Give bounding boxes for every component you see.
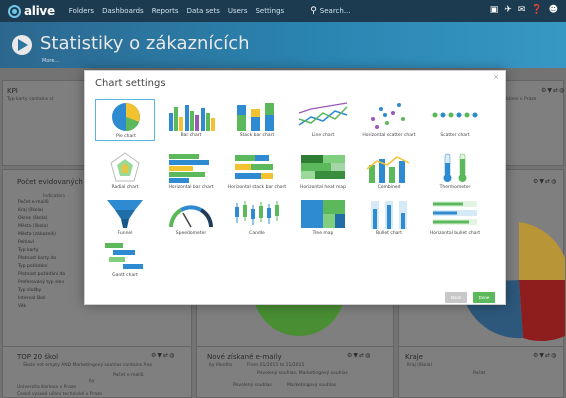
chart-option-label: Thermometer	[439, 185, 471, 190]
user-avatar-icon[interactable]: ☻	[549, 5, 558, 15]
nav-settings[interactable]: Settings	[255, 7, 284, 15]
main-nav: Folders Dashboards Reports Data sets Use…	[69, 7, 284, 15]
chart-option-horizontal-bar[interactable]: Horizontal bar chart	[161, 151, 221, 193]
top-navigation-bar: alive Folders Dashboards Reports Data se…	[0, 0, 566, 22]
logo-mark-icon	[8, 4, 21, 18]
funnel-chart-icon	[107, 200, 143, 228]
chart-option-combined[interactable]: Combined	[359, 151, 419, 193]
stack-bar-chart-icon	[237, 103, 274, 131]
horizontal-stack-bar-chart-icon	[235, 155, 273, 179]
chart-option-label: Pie chart	[116, 134, 136, 139]
bullet-chart-icon	[371, 201, 407, 229]
done-button[interactable]: Done	[473, 292, 495, 303]
horizontal-heat-map-icon	[301, 155, 345, 179]
chart-option-label: Stack bar chart	[239, 133, 275, 138]
chart-option-horizontal-stack-bar[interactable]: Horizontal stack bar chart	[227, 151, 287, 193]
horizontal-bar-chart-icon	[169, 154, 209, 183]
chart-option-label: Horizontal bar chart	[168, 185, 214, 190]
share-icon[interactable]: ✈	[504, 5, 512, 15]
chart-option-scatter[interactable]: Scatter chart	[425, 99, 485, 141]
chart-option-label: Horizontal scatter chart	[362, 133, 416, 138]
candle-chart-icon	[235, 201, 279, 225]
logo-text: alive	[24, 4, 55, 18]
chart-option-bar[interactable]: Bar chart	[161, 99, 221, 141]
chart-option-label: Scatter chart	[440, 133, 470, 138]
chart-option-label: Horizontal bullet chart	[429, 231, 481, 236]
scatter-chart-icon	[431, 112, 479, 118]
tree-map-icon	[301, 200, 345, 228]
nav-reports[interactable]: Reports	[152, 7, 179, 15]
pie-chart-icon	[112, 103, 140, 131]
gantt-chart-icon	[105, 243, 143, 269]
chart-option-tree-map[interactable]: Tree map	[293, 197, 353, 239]
bar-chart-icon	[169, 105, 215, 131]
chart-option-label: Combined	[377, 185, 401, 190]
chart-option-stack-bar[interactable]: Stack bar chart	[227, 99, 287, 141]
chart-option-funnel[interactable]: Funnel	[95, 197, 155, 239]
speedometer-icon	[169, 205, 213, 228]
chart-option-line[interactable]: Line chart	[293, 99, 353, 141]
chart-option-gantt[interactable]: Gantt chart	[95, 239, 155, 281]
chart-option-label: Speedometer	[175, 231, 207, 236]
chart-option-pie[interactable]: Pie chart	[95, 99, 155, 141]
chart-option-label: Horizontal stack bar chart	[227, 185, 287, 190]
back-button[interactable]: Back	[445, 292, 467, 303]
nav-folders[interactable]: Folders	[69, 7, 94, 15]
top-right-icons: ▣ ✈ ✉ ❓ ☻	[490, 5, 558, 15]
search-icon: ⚲	[310, 6, 317, 16]
horizontal-bullet-chart-icon	[433, 201, 477, 225]
chart-option-horizontal-bullet[interactable]: Horizontal bullet chart	[425, 197, 485, 239]
chart-option-label: Funnel	[117, 231, 133, 236]
presentation-icon[interactable]: ▣	[490, 5, 499, 15]
mail-icon[interactable]: ✉	[518, 5, 526, 15]
chart-option-label: Horizontal heat map	[300, 185, 346, 190]
line-chart-icon	[298, 102, 348, 126]
chart-option-label: Candle	[249, 231, 265, 236]
chart-option-label: Radial chart	[111, 185, 139, 190]
chart-option-label: Bullet chart	[375, 231, 403, 236]
chart-option-radial[interactable]: Radial chart	[95, 151, 155, 193]
chart-option-speedometer[interactable]: Speedometer	[161, 197, 221, 239]
search-input[interactable]: Search...	[320, 7, 351, 15]
alive-logo[interactable]: alive	[8, 4, 55, 18]
chart-option-label: Gantt chart	[112, 273, 138, 278]
search-box[interactable]: ⚲ Search...	[310, 6, 350, 16]
nav-users[interactable]: Users	[228, 7, 248, 15]
modal-title: Chart settings	[95, 78, 166, 89]
chart-option-bullet[interactable]: Bullet chart	[359, 197, 419, 239]
chart-option-label: Line chart	[311, 133, 335, 138]
chart-option-horizontal-heat-map[interactable]: Horizontal heat map	[293, 151, 353, 193]
horizontal-scatter-chart-icon	[371, 103, 405, 129]
nav-dashboards[interactable]: Dashboards	[102, 7, 144, 15]
chart-option-label: Bar chart	[180, 133, 202, 138]
chart-option-label: Tree map	[312, 231, 334, 236]
close-icon[interactable]: ×	[493, 73, 499, 81]
help-icon[interactable]: ❓	[531, 5, 542, 15]
chart-option-candle[interactable]: Candle	[227, 197, 287, 239]
chart-settings-modal: Chart settings × Pie chart Bar chart Sta…	[84, 70, 506, 305]
thermometer-icon	[443, 153, 467, 182]
nav-data-sets[interactable]: Data sets	[187, 7, 220, 15]
radial-chart-icon	[110, 152, 140, 182]
chart-option-horizontal-scatter[interactable]: Horizontal scatter chart	[359, 99, 419, 141]
chart-option-thermometer[interactable]: Thermometer	[425, 151, 485, 193]
combined-chart-icon	[366, 156, 410, 183]
